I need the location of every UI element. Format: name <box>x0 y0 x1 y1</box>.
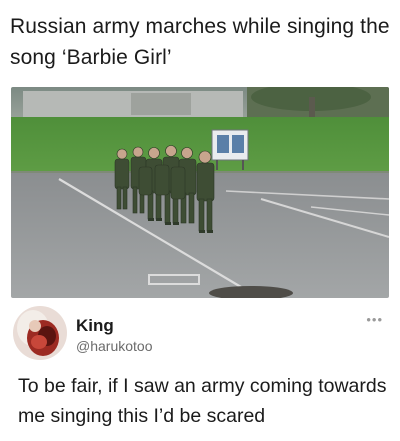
caption-headline: Russian army marches while singing the s… <box>10 15 390 69</box>
avatar[interactable] <box>13 306 67 360</box>
soldiers-marching-photo <box>11 87 389 298</box>
tweet-text: To be fair, if I saw an army coming towa… <box>18 375 387 427</box>
tweet-author: King @harukotoo ••• <box>13 306 389 362</box>
display-name[interactable]: King <box>76 316 114 336</box>
more-options-icon[interactable]: ••• <box>366 312 383 327</box>
user-handle[interactable]: @harukotoo <box>76 338 152 354</box>
